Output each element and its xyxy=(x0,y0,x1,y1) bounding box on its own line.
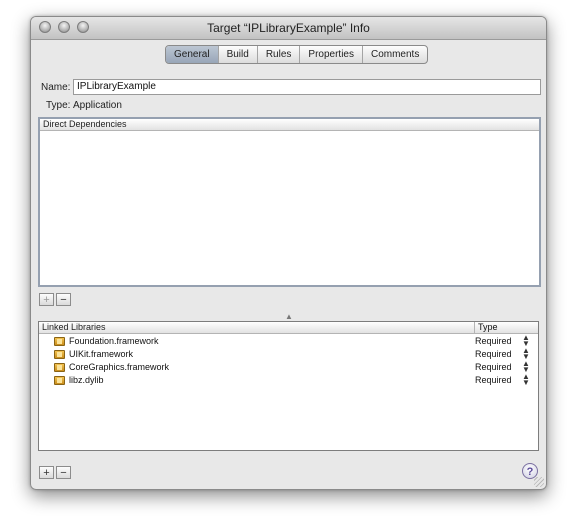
linked-libraries-header[interactable]: Linked Libraries xyxy=(39,322,538,334)
title-bar[interactable]: Target “IPLibraryExample” Info xyxy=(31,17,546,40)
table-row[interactable]: libz.dylib Required ▲ ▼ xyxy=(39,373,538,387)
table-row[interactable]: CoreGraphics.framework Required ▲ ▼ xyxy=(39,360,538,374)
tab-comments[interactable]: Comments xyxy=(363,46,427,63)
framework-icon xyxy=(54,350,65,359)
add-library-button[interactable]: + xyxy=(39,466,54,479)
library-name: CoreGraphics.framework xyxy=(69,362,170,372)
library-type[interactable]: Required xyxy=(475,361,512,374)
remove-library-button[interactable]: − xyxy=(56,466,71,479)
library-name: UIKit.framework xyxy=(69,349,134,359)
name-label: Name: xyxy=(41,82,71,93)
stepper-icon[interactable]: ▲ ▼ xyxy=(522,373,530,387)
framework-icon xyxy=(54,337,65,346)
tab-rules[interactable]: Rules xyxy=(258,46,301,63)
tab-segmented-control: General Build Rules Properties Comments xyxy=(165,45,429,64)
remove-dependency-button[interactable]: − xyxy=(56,293,71,306)
name-field[interactable]: IPLibraryExample xyxy=(73,79,541,95)
direct-dependencies-header: Direct Dependencies xyxy=(40,119,539,131)
tab-properties[interactable]: Properties xyxy=(300,46,363,63)
split-view-handle[interactable]: ▲ xyxy=(285,313,293,321)
framework-icon xyxy=(54,363,65,372)
tab-bar: General Build Rules Properties Comments xyxy=(31,40,546,64)
tab-general[interactable]: General xyxy=(166,46,219,63)
library-name: Foundation.framework xyxy=(69,336,159,346)
library-type[interactable]: Required xyxy=(475,335,512,348)
type-value: Application xyxy=(73,100,122,111)
library-type[interactable]: Required xyxy=(475,374,512,387)
tab-build[interactable]: Build xyxy=(219,46,258,63)
window-title: Target “IPLibraryExample” Info xyxy=(207,21,370,35)
target-info-window: Target “IPLibraryExample” Info General B… xyxy=(30,16,547,490)
framework-icon xyxy=(54,376,65,385)
library-name: libz.dylib xyxy=(69,375,104,385)
table-row[interactable]: Foundation.framework Required ▲ ▼ xyxy=(39,334,538,348)
direct-dependencies-list[interactable]: Direct Dependencies xyxy=(38,117,541,287)
type-column-header[interactable]: Type xyxy=(474,322,538,333)
resize-grip-icon[interactable] xyxy=(534,477,544,487)
library-type[interactable]: Required xyxy=(475,348,512,361)
linked-libraries-table[interactable]: Linked Libraries Type Foundation.framewo… xyxy=(38,321,539,451)
add-dependency-button[interactable]: + xyxy=(39,293,54,306)
table-row[interactable]: UIKit.framework Required ▲ ▼ xyxy=(39,347,538,361)
type-label: Type: xyxy=(46,100,71,111)
